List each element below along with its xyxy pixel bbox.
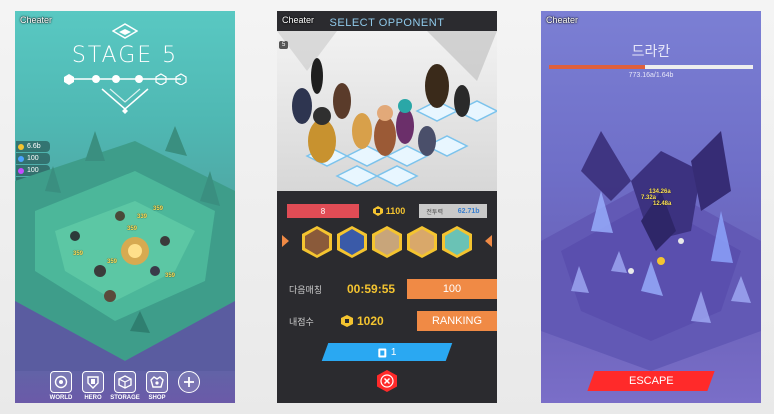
combat-power: 전투력 62.71b	[419, 204, 487, 218]
boss-screen: Cheater 드라칸 773.16a/1.64b 134.26a 7.32a …	[541, 11, 761, 403]
opponent-portrait	[442, 226, 472, 258]
next-match-row: 다음매칭 00:59:55 100	[277, 279, 497, 299]
world-icon	[50, 371, 72, 393]
boss-name: 드라칸	[631, 44, 671, 60]
stage-progress	[64, 73, 187, 85]
my-score-label: 내점수	[289, 318, 314, 328]
nav-hero-button[interactable]: HERO	[80, 371, 106, 401]
gold-icon	[341, 315, 353, 327]
arrow-left-icon	[282, 235, 289, 247]
damage-number: 359	[107, 259, 118, 265]
my-score-value: 1020	[357, 314, 384, 328]
bottom-nav: WORLD HERO STORAGE SHOP	[15, 371, 235, 401]
damage-number: 339	[137, 214, 148, 220]
select-opponent-title: SELECT OPPONENT	[329, 17, 445, 29]
stage-title: STAGE 5	[71, 43, 179, 68]
opponent-portrait	[372, 226, 402, 258]
escape-button[interactable]: ESCAPE	[587, 371, 715, 391]
cheater-label: Cheater	[546, 15, 579, 25]
shop-icon	[146, 371, 168, 393]
damage-number: 359	[153, 206, 164, 212]
nav-world-button[interactable]: WORLD	[48, 371, 74, 401]
arrow-right-icon	[485, 235, 492, 247]
gold-amount: 1100	[359, 204, 419, 218]
damage-number: 359	[165, 273, 176, 279]
damage-number: 359	[73, 251, 84, 257]
boss-hp-fill	[549, 65, 645, 69]
ranking-button[interactable]: RANKING	[417, 311, 497, 331]
close-button[interactable]	[375, 369, 399, 393]
my-score-row: 내점수 1020 RANKING	[277, 311, 497, 331]
stage-crest-icon	[112, 23, 138, 39]
next-match-timer: 00:59:55	[347, 282, 396, 296]
next-match-label: 다음매칭	[289, 286, 323, 296]
next-match-button[interactable]: 100	[407, 279, 497, 299]
opponent-portrait	[407, 226, 437, 258]
gold-icon	[372, 206, 383, 216]
boss-hp-bar	[549, 65, 753, 69]
opponent-portrait	[337, 226, 367, 258]
opponent-stats-bar: 8 1100 전투력 62.71b	[287, 204, 487, 218]
nav-add-button[interactable]	[176, 371, 202, 401]
chevron-down-icon	[101, 88, 149, 114]
nav-storage-button[interactable]: STORAGE	[110, 371, 140, 401]
opponent-arena[interactable]	[277, 31, 497, 191]
hero-icon	[82, 371, 104, 393]
plus-icon	[178, 371, 200, 393]
boss-battle-scene[interactable]	[541, 91, 761, 371]
battle-map[interactable]	[15, 121, 235, 371]
damage-number: 359	[127, 226, 138, 232]
boss-hp-text: 773.16a/1.64b	[628, 72, 674, 79]
rank-number: 8	[287, 204, 359, 218]
opponent-portraits	[282, 226, 492, 258]
cheater-label: Cheater	[20, 15, 53, 25]
level-badge: 5	[279, 41, 289, 49]
nav-shop-button[interactable]: SHOP	[144, 371, 170, 401]
select-opponent-screen: Cheater SELECT OPPONENT 5 8 1100 전투력 62.…	[277, 11, 497, 403]
arena-scene	[277, 31, 497, 187]
battle-ticket-button[interactable]: 1	[321, 343, 453, 361]
opponent-portrait	[302, 226, 332, 258]
damage-number: 12.48a	[653, 201, 672, 207]
world-screen: Cheater STAGE 5 6.6b 100 100 359 339 359…	[15, 11, 235, 403]
ticket-icon	[378, 347, 387, 357]
storage-icon	[114, 371, 136, 393]
